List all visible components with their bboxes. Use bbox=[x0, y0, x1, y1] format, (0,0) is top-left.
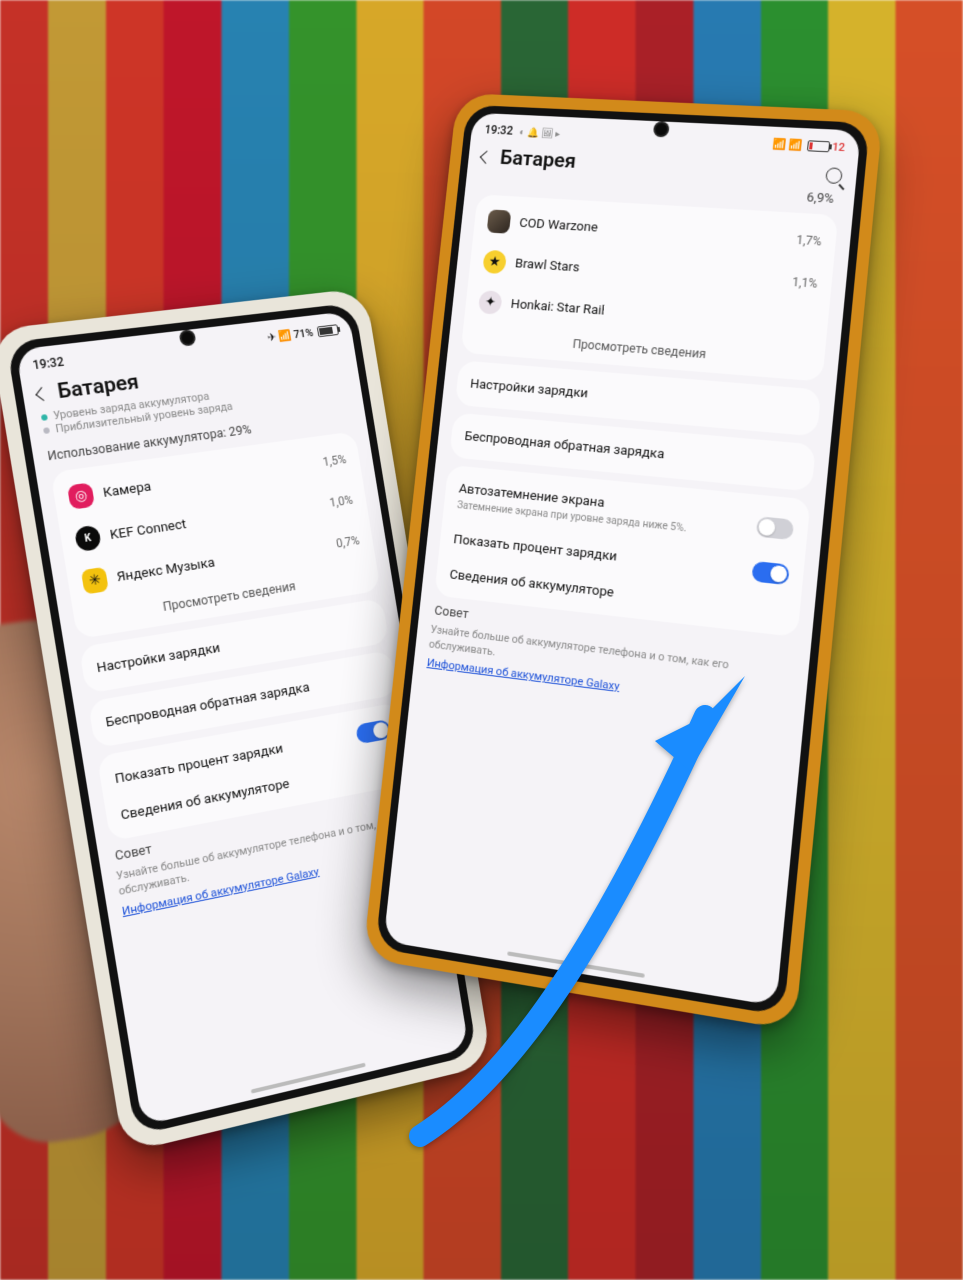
app-name: COD Warzone bbox=[519, 215, 788, 247]
battery-pct-text: 71% bbox=[293, 326, 314, 341]
legend-dot-level bbox=[41, 414, 48, 421]
back-icon[interactable] bbox=[35, 387, 49, 401]
app-icon: K bbox=[74, 525, 102, 553]
auto-dim-toggle[interactable] bbox=[756, 516, 795, 540]
app-usage-pct: 1,1% bbox=[792, 275, 818, 291]
legend-dot-approx bbox=[43, 427, 50, 434]
app-icon: ◎ bbox=[67, 482, 95, 510]
battery-icon bbox=[807, 140, 830, 152]
battery-icon bbox=[317, 324, 339, 337]
app-usage-pct: 1,7% bbox=[796, 233, 822, 249]
phone-right-display: 19:32 ◐ 🔔 🖼 ▸ 📶 📶 12 Батарея 6,9% bbox=[384, 113, 861, 1006]
app-usage-pct: 1,0% bbox=[329, 493, 354, 510]
app-usage-pct: 1,5% bbox=[322, 452, 347, 469]
show-percent-toggle[interactable] bbox=[751, 561, 790, 585]
phone-right: 19:32 ◐ 🔔 🖼 ▸ 📶 📶 12 Батарея 6,9% bbox=[363, 93, 883, 1031]
app-name: Brawl Stars bbox=[514, 256, 783, 290]
search-icon[interactable] bbox=[825, 167, 843, 184]
row-label: Настройки зарядки bbox=[469, 376, 805, 420]
phone-right-bezel: 19:32 ◐ 🔔 🖼 ▸ 📶 📶 12 Батарея 6,9% bbox=[375, 105, 870, 1016]
app-usage-pct: 0,7% bbox=[335, 533, 360, 550]
app-icon: ★ bbox=[482, 250, 507, 275]
status-icons: ✈ 📶 bbox=[266, 328, 292, 344]
status-left-icons: ◐ 🔔 🖼 ▸ bbox=[519, 127, 561, 140]
app-icon bbox=[487, 209, 512, 233]
battery-pct-text: 12 bbox=[832, 140, 846, 154]
row-label: Беспроводная обратная зарядка bbox=[464, 428, 800, 475]
gesture-bar[interactable] bbox=[507, 951, 645, 978]
app-icon: ✦ bbox=[478, 290, 503, 315]
gesture-bar[interactable] bbox=[251, 1063, 366, 1094]
clock: 19:32 bbox=[32, 355, 65, 373]
clock: 19:32 bbox=[484, 123, 514, 138]
page-title: Батарея bbox=[499, 147, 577, 174]
app-usage-card: COD Warzone1,7%★Brawl Stars1,1%✦Honkai: … bbox=[461, 194, 839, 381]
app-icon: ✳ bbox=[81, 567, 109, 595]
back-icon[interactable] bbox=[480, 151, 493, 164]
status-right-icons: 📶 📶 bbox=[772, 137, 803, 151]
